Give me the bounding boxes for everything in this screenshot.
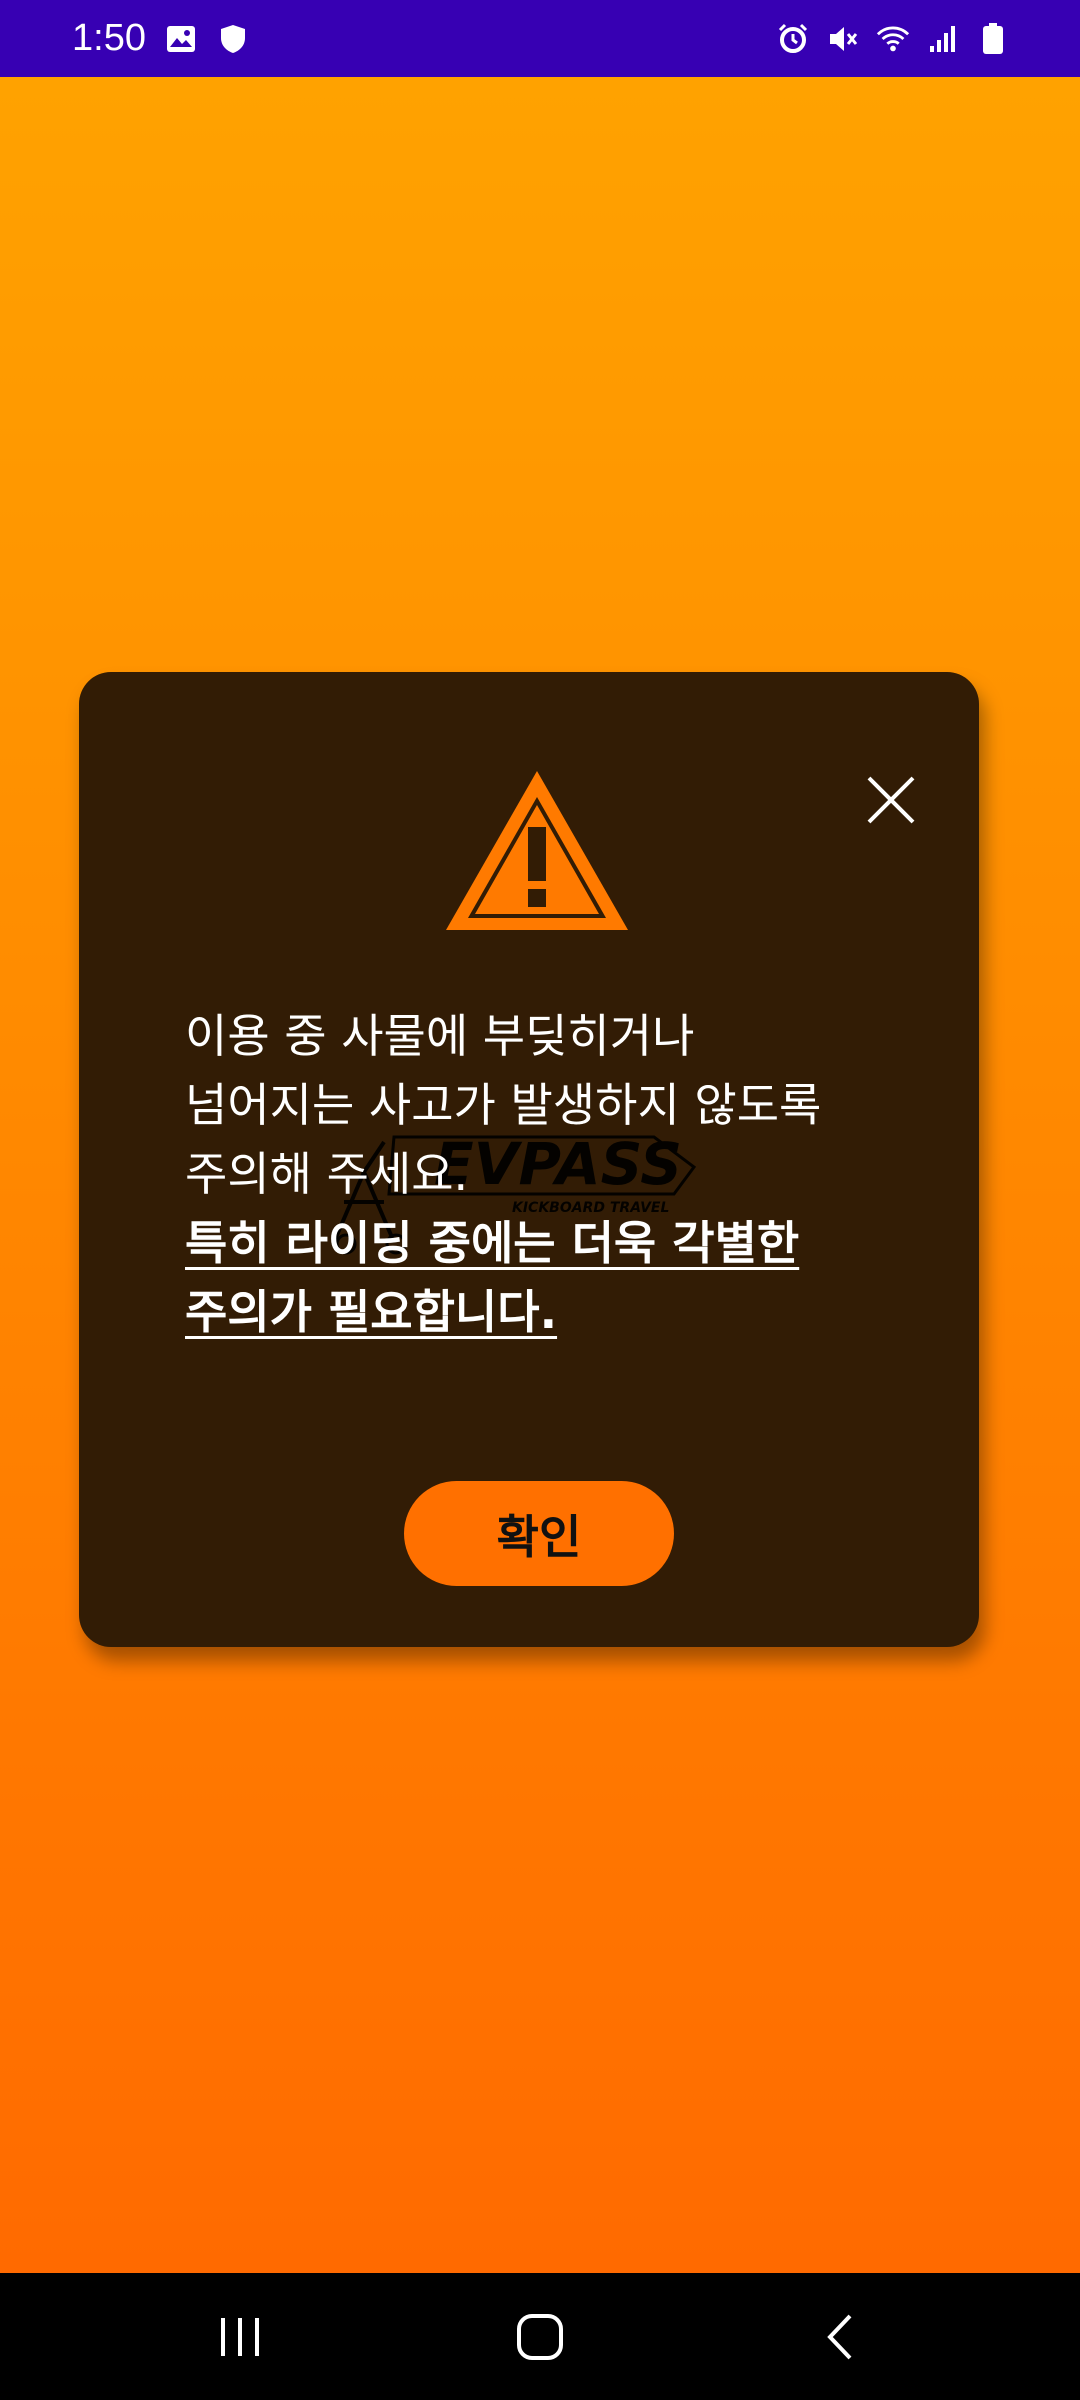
home-icon <box>517 2313 563 2360</box>
status-right <box>776 22 1010 56</box>
status-left: 1:50 <box>72 17 250 60</box>
safety-warning-dialog: EVPASS KICKBOARD TRAVEL 이용 중 사물에 부딪히거나 넘… <box>79 672 979 1647</box>
mute-icon <box>826 22 860 56</box>
status-bar: 1:50 <box>0 0 1080 77</box>
home-button[interactable] <box>500 2297 580 2377</box>
warning-icon <box>446 771 628 930</box>
status-time: 1:50 <box>72 17 146 59</box>
message-line: 넘어지는 사고가 발생하지 않도록 <box>185 1078 822 1132</box>
recent-apps-icon <box>221 2317 259 2356</box>
battery-icon <box>976 22 1010 56</box>
gallery-icon <box>164 22 198 56</box>
back-icon <box>827 2314 852 2359</box>
navigation-bar <box>0 2273 1080 2400</box>
confirm-button[interactable]: 확인 <box>404 1481 674 1586</box>
recent-apps-button[interactable] <box>200 2297 280 2377</box>
back-button[interactable] <box>800 2297 880 2377</box>
wifi-icon <box>876 22 910 56</box>
close-icon <box>867 776 915 824</box>
close-button[interactable] <box>863 772 919 828</box>
warning-message: 이용 중 사물에 부딪히거나 넘어지는 사고가 발생하지 않도록 주의해 주세요… <box>185 1002 905 1347</box>
alarm-icon <box>776 22 810 56</box>
message-line: 주의해 주세요. <box>185 1147 469 1201</box>
emphasis-line: 특히 라이딩 중에는 더욱 각별한 <box>185 1216 800 1270</box>
signal-icon <box>926 22 960 56</box>
shield-icon <box>216 22 250 56</box>
emphasis-line: 주의가 필요합니다. <box>185 1285 558 1339</box>
message-line: 이용 중 사물에 부딪히거나 <box>185 1009 695 1063</box>
